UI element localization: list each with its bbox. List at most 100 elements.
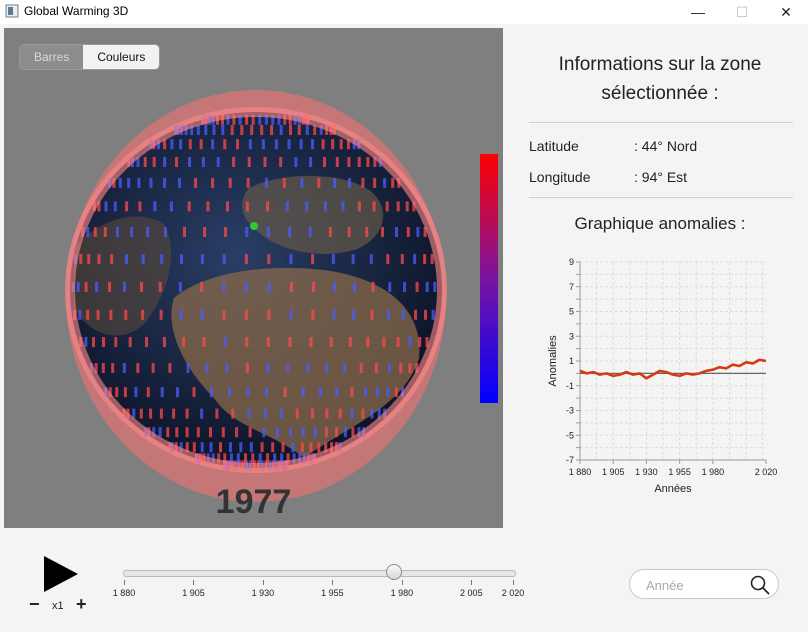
anomaly-dot <box>210 387 213 398</box>
anomaly-dot <box>266 337 270 347</box>
anomaly-dot <box>222 281 226 292</box>
anomaly-dot <box>371 281 375 292</box>
anomaly-dot <box>312 281 315 292</box>
year-search-input[interactable] <box>644 575 744 595</box>
anomaly-dot <box>137 177 141 188</box>
anomaly-dot <box>425 281 429 292</box>
anomaly-dot <box>92 337 95 347</box>
anomaly-dot <box>200 281 204 292</box>
anomaly-dot <box>286 363 290 373</box>
anomaly-dot <box>388 363 391 373</box>
year-slider-track[interactable] <box>123 570 516 577</box>
anomaly-dot <box>325 363 329 373</box>
anomaly-dot <box>263 408 267 419</box>
anomaly-dot <box>102 337 105 347</box>
anomaly-dot <box>357 201 361 212</box>
anomaly-dot <box>146 387 150 398</box>
anomaly-dot <box>341 201 345 212</box>
anomaly-dot <box>309 442 313 453</box>
anomaly-dot <box>192 387 196 398</box>
anomaly-dot <box>223 139 227 150</box>
anomaly-dot <box>79 254 83 265</box>
anomaly-dot <box>372 201 376 212</box>
anomaly-dot <box>180 254 183 265</box>
year-slider-thumb[interactable] <box>385 564 402 580</box>
anomaly-dot <box>163 157 167 167</box>
anomaly-dot <box>323 201 327 212</box>
anomaly-dot <box>335 427 338 438</box>
search-icon[interactable] <box>750 575 770 595</box>
anomaly-dot <box>405 201 409 212</box>
anomaly-dot <box>248 427 252 438</box>
graph-title: Graphique anomalies : <box>574 214 746 233</box>
anomaly-dot <box>301 387 305 398</box>
anomaly-dot <box>395 227 398 237</box>
anomaly-dot <box>229 442 232 453</box>
colors-toggle-button[interactable]: Couleurs <box>83 45 160 69</box>
anomaly-dot <box>423 254 427 265</box>
anomaly-dot <box>373 177 377 188</box>
anomaly-dot <box>295 408 299 419</box>
anomaly-dot <box>331 254 335 265</box>
anomaly-dot <box>347 227 351 237</box>
anomaly-dot <box>331 139 335 150</box>
anomaly-dot <box>201 157 205 167</box>
anomaly-dot <box>323 157 326 167</box>
anomaly-dot <box>87 254 91 265</box>
anomaly-dot <box>159 408 163 419</box>
year-search-box[interactable] <box>629 569 779 599</box>
anomaly-dot <box>309 157 313 167</box>
anomaly-dot <box>247 408 251 419</box>
chart-x-tick-label: 1 880 <box>569 467 592 477</box>
anomaly-dot <box>109 309 113 320</box>
anomaly-dot <box>192 442 196 453</box>
color-scale-legend <box>480 154 498 403</box>
anomaly-dot <box>251 453 255 464</box>
chart-y-tick-label: -1 <box>566 381 574 391</box>
bars-toggle-button[interactable]: Barres <box>20 45 84 69</box>
anomaly-dot <box>235 427 239 438</box>
close-button[interactable]: ✕ <box>764 0 808 24</box>
anomaly-dot <box>244 453 247 464</box>
anomaly-dot <box>294 157 298 167</box>
anomaly-dot <box>335 387 339 398</box>
anomaly-dot <box>381 227 384 237</box>
anomaly-dot <box>289 309 293 320</box>
maximize-button[interactable]: ☐ <box>720 0 764 24</box>
anomaly-dot <box>185 408 189 419</box>
globe-viewport[interactable]: Barres Couleurs 1977 <box>4 28 503 528</box>
anomaly-dot <box>350 387 354 398</box>
anomaly-dot <box>222 309 226 320</box>
anomaly-dot <box>369 254 373 265</box>
anomaly-dot <box>123 281 126 292</box>
anomaly-dot <box>267 281 271 292</box>
anomaly-dot <box>127 177 131 188</box>
anomaly-dot <box>232 157 236 167</box>
anomaly-dot <box>182 337 186 347</box>
chart-y-tick-label: 3 <box>569 331 574 341</box>
anomaly-dot <box>250 125 254 135</box>
view-mode-toggle[interactable]: Barres Couleurs <box>19 44 161 70</box>
anomaly-dot <box>325 408 329 419</box>
anomaly-dot <box>125 201 129 212</box>
anomaly-dot <box>178 281 182 292</box>
globe-canvas[interactable] <box>4 28 503 528</box>
anomaly-dot <box>328 227 332 237</box>
anomaly-dot <box>139 408 143 419</box>
anomaly-dot <box>289 125 292 135</box>
chart-y-label: Anomalies <box>547 335 559 387</box>
anomaly-dot <box>309 337 313 347</box>
anomaly-dot <box>300 177 304 188</box>
anomaly-dot <box>353 281 356 292</box>
anomaly-dot <box>194 177 198 188</box>
anomaly-dot <box>222 254 226 265</box>
anomaly-dot <box>244 309 248 320</box>
anomaly-dot <box>188 157 191 167</box>
anomaly-dot <box>159 309 163 320</box>
anomaly-dot <box>239 442 243 453</box>
divider <box>529 197 793 198</box>
anomaly-dot <box>283 387 287 398</box>
selected-zone-marker[interactable] <box>250 222 258 230</box>
minimize-button[interactable]: — <box>676 0 720 24</box>
anomaly-dot <box>387 309 390 320</box>
